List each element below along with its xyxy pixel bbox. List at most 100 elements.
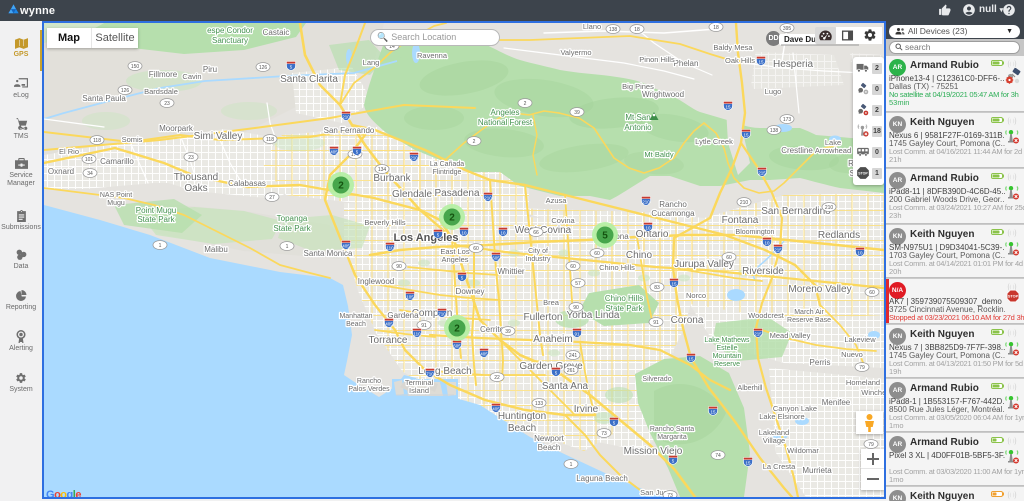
svg-text:73: 73: [601, 431, 607, 437]
svg-text:Topanga: Topanga: [277, 214, 308, 223]
svg-text:Wrightwood: Wrightwood: [642, 90, 684, 99]
svg-text:Riverside: Riverside: [742, 266, 784, 277]
svg-text:Cucamonga: Cucamonga: [651, 209, 695, 218]
svg-text:March Air: March Air: [794, 309, 824, 316]
svg-text:405: 405: [330, 150, 338, 155]
svg-text:Sanctuary: Sanctuary: [212, 36, 248, 45]
svg-text:Perris: Perris: [810, 358, 831, 367]
svg-text:Ravenna: Ravenna: [417, 51, 448, 60]
svg-text:Reserve Base: Reserve Base: [787, 317, 831, 324]
svg-text:405: 405: [480, 352, 488, 357]
svg-text:710: 710: [438, 312, 446, 317]
svg-text:Beach: Beach: [346, 321, 366, 328]
svg-text:Lake Mathews: Lake Mathews: [704, 337, 750, 344]
svg-text:605: 605: [453, 344, 461, 349]
svg-text:Menifee: Menifee: [822, 398, 851, 407]
svg-text:27: 27: [269, 195, 275, 201]
svg-text:Industry: Industry: [526, 256, 551, 263]
svg-text:Margarita: Margarita: [657, 434, 687, 441]
svg-text:90: 90: [396, 264, 402, 270]
svg-text:39: 39: [505, 329, 511, 335]
svg-text:91: 91: [574, 332, 580, 337]
svg-text:Beach: Beach: [538, 443, 561, 452]
svg-text:Mt Baldy: Mt Baldy: [644, 150, 673, 159]
svg-text:Oak Hills: Oak Hills: [725, 56, 755, 65]
svg-text:2: 2: [338, 181, 344, 192]
svg-text:El Rio: El Rio: [59, 147, 79, 156]
svg-text:Bloomington: Bloomington: [736, 229, 775, 236]
svg-text:395: 395: [783, 26, 792, 32]
svg-text:10: 10: [461, 231, 467, 236]
svg-text:2: 2: [449, 213, 455, 224]
svg-text:Norco: Norco: [686, 291, 706, 300]
svg-text:Whittier: Whittier: [497, 267, 524, 276]
svg-text:18: 18: [634, 27, 640, 33]
svg-text:Rancho: Rancho: [357, 378, 381, 385]
svg-text:Murrieta: Murrieta: [802, 466, 832, 475]
svg-text:210: 210: [740, 200, 749, 206]
svg-text:118: 118: [93, 138, 101, 144]
svg-text:60: 60: [726, 255, 732, 261]
svg-text:Alberhill: Alberhill: [738, 385, 763, 392]
svg-text:74: 74: [715, 453, 721, 459]
svg-text:150: 150: [131, 64, 140, 70]
svg-text:Estelle: Estelle: [716, 345, 737, 352]
svg-text:Chino Hills: Chino Hills: [599, 263, 635, 272]
svg-text:National Forest: National Forest: [478, 118, 533, 127]
svg-text:Pasadena: Pasadena: [434, 188, 479, 199]
svg-text:Angeles: Angeles: [491, 108, 520, 117]
svg-text:Oxnard: Oxnard: [48, 167, 74, 176]
svg-text:22: 22: [494, 375, 500, 381]
svg-text:STOP: STOP: [1008, 294, 1019, 298]
svg-text:210: 210: [642, 200, 650, 205]
svg-text:Simi Valley: Simi Valley: [194, 131, 243, 142]
svg-text:101: 101: [85, 157, 94, 163]
svg-text:espe Condor: espe Condor: [207, 26, 253, 35]
svg-text:Rancho Santa: Rancho Santa: [650, 426, 694, 433]
svg-text:Mountain: Mountain: [713, 353, 742, 360]
svg-text:Palos Verdes: Palos Verdes: [348, 386, 390, 393]
svg-text:Torrance: Torrance: [369, 335, 408, 346]
svg-text:60: 60: [473, 246, 479, 252]
svg-text:Wildomar: Wildomar: [787, 446, 819, 455]
svg-text:Calabasas: Calabasas: [228, 179, 266, 188]
svg-text:STOP: STOP: [858, 171, 868, 175]
svg-text:Beverly Hills: Beverly Hills: [364, 218, 406, 227]
svg-text:Chino Hills: Chino Hills: [605, 294, 643, 303]
svg-text:Fillmore: Fillmore: [149, 70, 178, 79]
svg-text:Anaheim: Anaheim: [533, 334, 572, 345]
svg-text:Valyermo: Valyermo: [560, 48, 591, 57]
svg-text:60: 60: [570, 264, 576, 270]
svg-text:210: 210: [342, 115, 350, 120]
svg-text:15: 15: [710, 410, 716, 415]
svg-text:118: 118: [266, 137, 274, 143]
svg-text:Santa Monica: Santa Monica: [304, 249, 353, 258]
svg-text:91: 91: [653, 320, 659, 326]
svg-text:83: 83: [654, 285, 660, 291]
svg-text:Mugu: Mugu: [107, 200, 125, 207]
svg-text:261: 261: [567, 368, 576, 374]
svg-text:2: 2: [473, 139, 476, 145]
svg-text:Covina: Covina: [551, 216, 575, 225]
svg-text:Bardsdale: Bardsdale: [144, 87, 178, 96]
svg-text:Lakeview: Lakeview: [844, 335, 876, 344]
svg-text:60: 60: [869, 290, 875, 296]
svg-text:1: 1: [159, 243, 162, 249]
svg-text:215: 215: [774, 248, 782, 253]
svg-text:5: 5: [602, 231, 608, 242]
svg-text:15: 15: [758, 60, 764, 65]
svg-text:City of: City of: [528, 248, 548, 255]
svg-text:Ontario: Ontario: [636, 229, 669, 240]
svg-text:34: 34: [87, 171, 93, 177]
svg-text:Castaic: Castaic: [263, 28, 290, 37]
svg-text:Lytle Creek: Lytle Creek: [695, 137, 733, 146]
svg-text:2: 2: [524, 101, 527, 107]
svg-text:710: 710: [426, 372, 434, 377]
svg-text:605: 605: [492, 256, 500, 261]
svg-text:Los Angeles: Los Angeles: [394, 232, 459, 244]
svg-text:105: 105: [406, 295, 414, 300]
svg-text:10: 10: [645, 226, 651, 231]
svg-text:NAS Point: NAS Point: [100, 192, 132, 199]
svg-text:Somis: Somis: [122, 135, 143, 144]
svg-text:Lugo: Lugo: [765, 87, 782, 96]
